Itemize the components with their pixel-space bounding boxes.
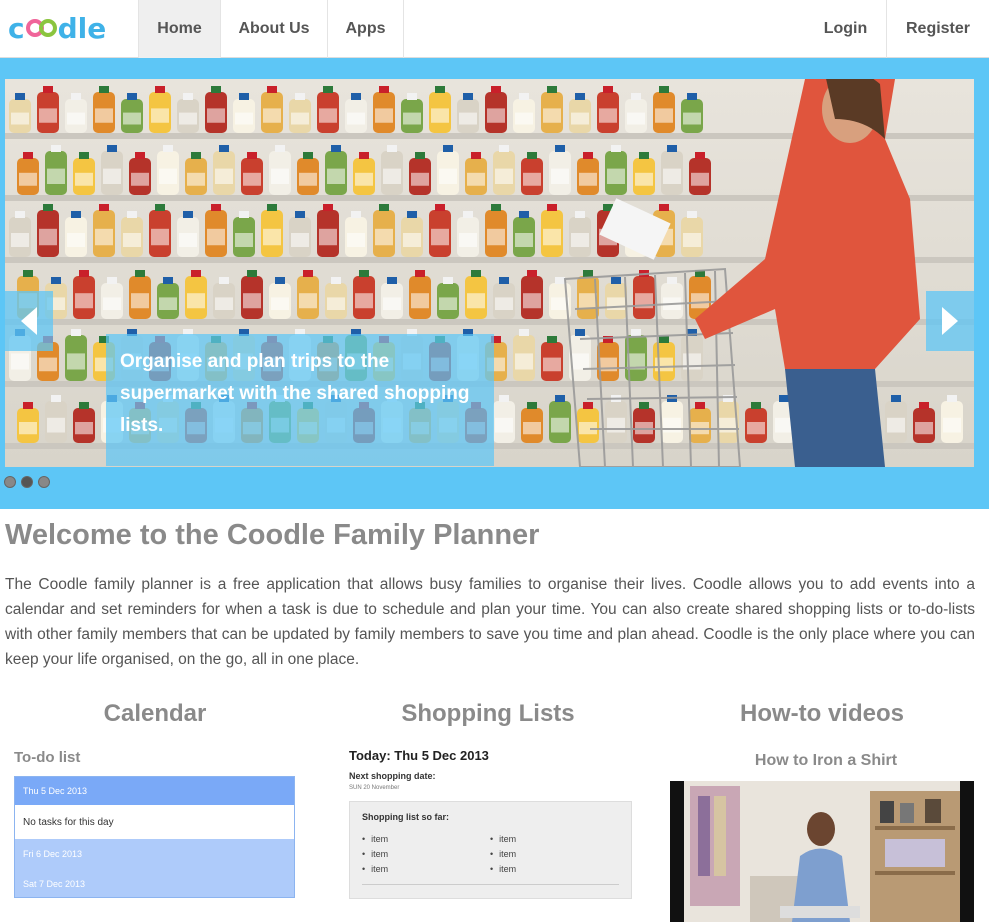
shopping-today-label: Today: Thu 5 Dec 2013 xyxy=(349,748,489,763)
carousel-dot-2[interactable] xyxy=(21,476,33,488)
shopping-next-date: SUN 20 November xyxy=(349,785,400,791)
list-item: item xyxy=(362,834,388,844)
hero-caption: Organise and plan trips to the supermark… xyxy=(106,334,494,466)
todo-list-preview[interactable]: Thu 5 Dec 2013 No tasks for this day Fri… xyxy=(14,776,295,898)
list-item: item xyxy=(490,834,516,844)
list-item: item xyxy=(362,864,388,874)
calendar-heading: Calendar xyxy=(103,700,207,727)
nav-register[interactable]: Register xyxy=(886,0,989,58)
nav-login[interactable]: Login xyxy=(805,0,886,58)
how-to-videos-heading: How-to videos xyxy=(739,700,904,727)
video-title: How to Iron a Shirt xyxy=(754,752,898,769)
logo-rings-icon xyxy=(25,19,57,37)
arrow-left-icon xyxy=(21,307,37,335)
list-item: item xyxy=(490,849,516,859)
carousel-dot-1[interactable] xyxy=(4,476,16,488)
shopping-items-right: item item item xyxy=(490,832,516,877)
shopping-list-preview[interactable]: Today: Thu 5 Dec 2013 Next shopping date… xyxy=(349,748,634,899)
carousel-dot-3[interactable] xyxy=(38,476,50,488)
carousel-indicators xyxy=(4,476,50,488)
carousel-next-button[interactable] xyxy=(926,291,974,351)
carousel-prev-button[interactable] xyxy=(5,291,53,351)
list-item: item xyxy=(490,864,516,874)
coodle-logo[interactable]: c dle xyxy=(8,10,106,46)
todo-day-row: Sat 7 Dec 2013 xyxy=(23,879,86,889)
shopping-next-label: Next shopping date: xyxy=(349,771,436,781)
welcome-paragraph: The Coodle family planner is a free appl… xyxy=(5,576,975,668)
shopping-list-box: Shopping list so far: item item item ite… xyxy=(349,801,632,899)
video-thumbnail xyxy=(670,781,974,922)
supermarket-photo: Organise and plan trips to the supermark… xyxy=(5,79,974,467)
todo-empty-message: No tasks for this day xyxy=(15,805,294,839)
todo-day-row: Fri 6 Dec 2013 xyxy=(23,849,83,859)
divider xyxy=(362,884,619,885)
arrow-right-icon xyxy=(942,307,958,335)
nav-home[interactable]: Home xyxy=(138,0,220,58)
nav-about-us[interactable]: About Us xyxy=(220,0,327,58)
hero-carousel: Organise and plan trips to the supermark… xyxy=(0,58,989,509)
list-item: item xyxy=(362,849,388,859)
shopping-items-left: item item item xyxy=(362,832,388,877)
nav-apps[interactable]: Apps xyxy=(327,0,404,58)
shopping-box-title: Shopping list so far: xyxy=(362,812,449,822)
top-navbar: c dle Home About Us Apps Login Register xyxy=(0,0,989,58)
welcome-heading: Welcome to the Coodle Family Planner xyxy=(5,519,540,551)
how-to-video-player[interactable] xyxy=(670,781,974,922)
todo-day-header: Thu 5 Dec 2013 xyxy=(15,777,294,805)
shopping-lists-heading: Shopping Lists xyxy=(401,700,575,727)
todo-list-title: To-do list xyxy=(14,749,81,766)
